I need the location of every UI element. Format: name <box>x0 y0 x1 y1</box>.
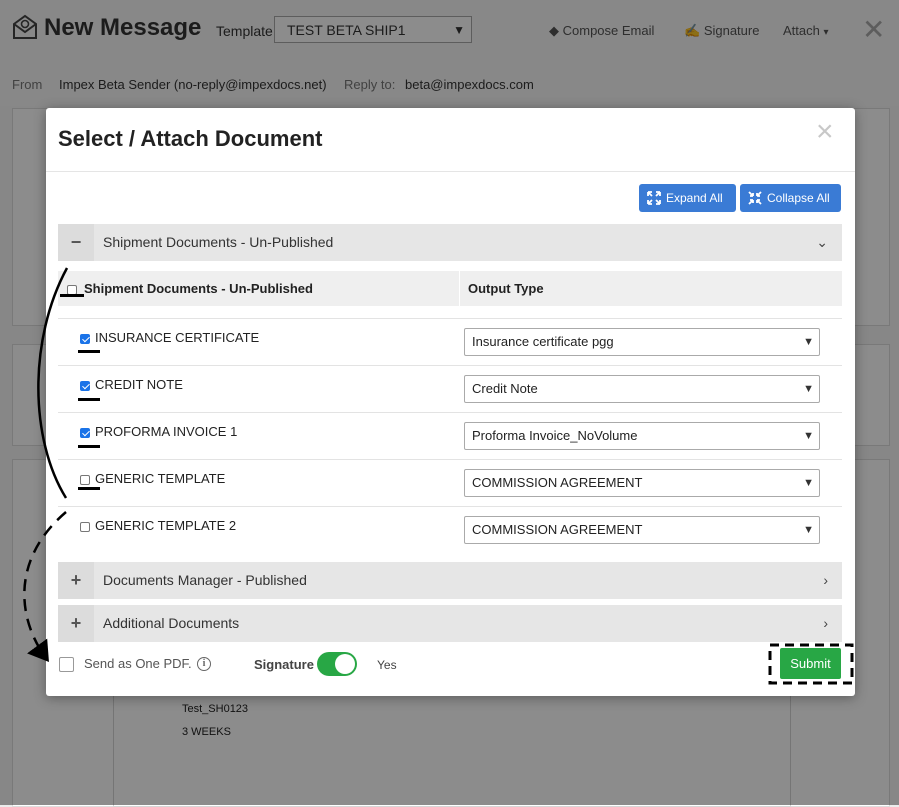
divider <box>46 171 855 172</box>
chevron-right-icon: › <box>823 615 828 631</box>
chevron-down-icon: ▼ <box>803 430 814 442</box>
row-checkbox[interactable] <box>80 428 90 438</box>
table-row: GENERIC TEMPLATE COMMISSION AGREEMENT ▼ <box>58 459 842 507</box>
annotation-underline <box>78 398 100 401</box>
section-label: Documents Manager - Published <box>103 572 307 588</box>
collapse-all-button[interactable]: Collapse All <box>740 184 841 212</box>
expand-toggle-icon[interactable]: + <box>58 605 94 642</box>
chevron-right-icon: › <box>823 572 828 588</box>
info-icon[interactable]: i <box>197 657 211 671</box>
output-type-value: Insurance certificate pgg <box>472 334 614 349</box>
column-header-documents: Shipment Documents - Un-Published <box>84 281 313 296</box>
document-name: GENERIC TEMPLATE <box>95 471 226 486</box>
annotation-underline <box>78 350 100 353</box>
document-name: INSURANCE CERTIFICATE <box>95 330 260 345</box>
section-label: Shipment Documents - Un-Published <box>103 234 334 250</box>
expand-all-label: Expand All <box>666 191 723 205</box>
chevron-down-icon: ▼ <box>803 524 814 536</box>
submit-button[interactable]: Submit <box>780 648 841 679</box>
annotation-underline <box>78 487 100 490</box>
expand-all-button[interactable]: Expand All <box>639 184 736 212</box>
chevron-down-icon: ▼ <box>803 336 814 348</box>
signature-label: Signature <box>254 657 314 672</box>
collapse-toggle-icon[interactable]: − <box>58 224 94 261</box>
collapse-icon <box>748 191 762 205</box>
annotation-underline <box>60 294 84 297</box>
section-shipment-unpublished[interactable]: − Shipment Documents - Un-Published ⌄ <box>58 224 842 261</box>
document-name: PROFORMA INVOICE 1 <box>95 424 238 439</box>
annotation-underline <box>78 445 100 448</box>
attach-document-modal: Select / Attach Document × Expand All Co… <box>46 108 855 696</box>
table-row: PROFORMA INVOICE 1 Proforma Invoice_NoVo… <box>58 412 842 460</box>
document-name: GENERIC TEMPLATE 2 <box>95 518 237 533</box>
send-as-one-pdf-label: Send as One PDF. <box>84 656 192 671</box>
row-checkbox[interactable] <box>80 381 90 391</box>
collapse-all-label: Collapse All <box>767 191 830 205</box>
close-icon[interactable]: × <box>816 117 834 147</box>
output-type-value: Credit Note <box>472 381 538 396</box>
expand-icon <box>647 191 661 205</box>
output-type-select[interactable]: Insurance certificate pgg ▼ <box>464 328 820 356</box>
toggle-knob <box>335 654 355 674</box>
output-type-select[interactable]: COMMISSION AGREEMENT ▼ <box>464 469 820 497</box>
output-type-value: Proforma Invoice_NoVolume <box>472 428 638 443</box>
row-checkbox[interactable] <box>80 334 90 344</box>
expand-toggle-icon[interactable]: + <box>58 562 94 599</box>
signature-value: Yes <box>377 658 397 672</box>
modal-title: Select / Attach Document <box>58 126 323 151</box>
divider <box>459 271 460 306</box>
table-row: INSURANCE CERTIFICATE Insurance certific… <box>58 318 842 366</box>
send-as-one-pdf-checkbox[interactable] <box>59 657 74 672</box>
output-type-select[interactable]: Credit Note ▼ <box>464 375 820 403</box>
column-header-output-type: Output Type <box>468 281 544 296</box>
table-row: GENERIC TEMPLATE 2 COMMISSION AGREEMENT … <box>58 506 842 554</box>
table-row: CREDIT NOTE Credit Note ▼ <box>58 365 842 413</box>
output-type-value: COMMISSION AGREEMENT <box>472 522 643 537</box>
signature-toggle[interactable] <box>317 652 357 676</box>
chevron-down-icon: ▼ <box>803 383 814 395</box>
document-name: CREDIT NOTE <box>95 377 183 392</box>
row-checkbox[interactable] <box>80 475 90 485</box>
row-checkbox[interactable] <box>80 522 90 532</box>
output-type-value: COMMISSION AGREEMENT <box>472 475 643 490</box>
section-additional-documents[interactable]: + Additional Documents › <box>58 605 842 642</box>
output-type-select[interactable]: COMMISSION AGREEMENT ▼ <box>464 516 820 544</box>
chevron-down-icon: ▼ <box>803 477 814 489</box>
documents-table-header: Shipment Documents - Un-Published Output… <box>58 271 842 306</box>
output-type-select[interactable]: Proforma Invoice_NoVolume ▼ <box>464 422 820 450</box>
section-documents-manager[interactable]: + Documents Manager - Published › <box>58 562 842 599</box>
chevron-down-icon: ⌄ <box>816 234 828 250</box>
section-label: Additional Documents <box>103 615 240 631</box>
